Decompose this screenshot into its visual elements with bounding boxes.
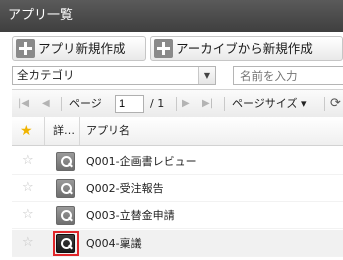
page-number-input[interactable] — [115, 95, 144, 113]
name-search-input[interactable] — [233, 66, 343, 85]
star-icon[interactable]: ★ — [20, 122, 33, 140]
table-row[interactable]: ☆ Q002-受注報告 — [12, 175, 343, 202]
action-toolbar: アプリ新規作成 アーカイブから新規作成 — [0, 35, 343, 62]
pager-separator — [224, 97, 225, 111]
favorite-star-icon[interactable]: ☆ — [22, 180, 34, 196]
total-pages: / 1 — [150, 97, 165, 110]
plus-icon — [16, 39, 35, 58]
filter-bar: 全カテゴリ ▼ — [0, 66, 343, 86]
app-name[interactable]: Q002-受注報告 — [86, 175, 164, 202]
pager-separator — [176, 97, 177, 111]
column-header-detail[interactable]: 詳… — [53, 117, 75, 145]
category-select-value: 全カテゴリ — [17, 68, 75, 82]
highlight-box — [53, 231, 79, 256]
app-name[interactable]: Q001-企画書レビュー — [86, 148, 197, 175]
page-size-menu[interactable]: ページサイズ ▾ — [232, 90, 306, 118]
grid-header: ★ 詳… アプリ名 — [12, 117, 343, 146]
new-from-archive-button[interactable]: アーカイブから新規作成 — [150, 36, 343, 61]
pager-separator — [61, 97, 62, 111]
new-from-archive-button-label: アーカイブから新規作成 — [176, 41, 313, 56]
pager-separator — [324, 97, 325, 111]
prev-page-icon[interactable]: ◀ — [42, 90, 50, 118]
app-name[interactable]: Q004-稟議 — [86, 230, 142, 257]
window-title: アプリ一覧 — [0, 0, 343, 32]
column-header-app-name[interactable]: アプリ名 — [86, 117, 130, 145]
app-name[interactable]: Q003-立替金申請 — [86, 202, 175, 229]
favorite-star-icon[interactable]: ☆ — [22, 235, 34, 251]
magnifier-icon[interactable] — [56, 206, 75, 225]
category-select[interactable]: 全カテゴリ ▼ — [12, 66, 216, 85]
first-page-icon[interactable]: |◀ — [18, 90, 29, 118]
favorite-star-icon[interactable]: ☆ — [22, 153, 34, 169]
last-page-icon[interactable]: ▶| — [202, 90, 213, 118]
table-row[interactable]: ☆ Q003-立替金申請 — [12, 202, 343, 229]
magnifier-icon[interactable] — [56, 179, 75, 198]
favorite-star-icon[interactable]: ☆ — [22, 207, 34, 223]
chevron-down-icon[interactable]: ▼ — [198, 67, 215, 84]
table-row[interactable]: ☆ Q001-企画書レビュー — [12, 148, 343, 175]
refresh-icon[interactable]: ⟳ — [330, 90, 341, 118]
table-row-selected[interactable]: ☆ Q004-稟議 — [12, 230, 343, 257]
plus-icon — [154, 39, 173, 58]
pagination-toolbar: |◀ ◀ ページ / 1 ▶ ▶| ページサイズ ▾ ⟳ — [12, 89, 343, 117]
column-divider — [79, 117, 80, 145]
new-app-button-label: アプリ新規作成 — [38, 41, 126, 56]
new-app-button[interactable]: アプリ新規作成 — [12, 36, 146, 61]
page-label: ページ — [69, 97, 102, 110]
next-page-icon[interactable]: ▶ — [182, 90, 190, 118]
magnifier-icon[interactable] — [56, 152, 75, 171]
column-divider — [44, 117, 45, 145]
